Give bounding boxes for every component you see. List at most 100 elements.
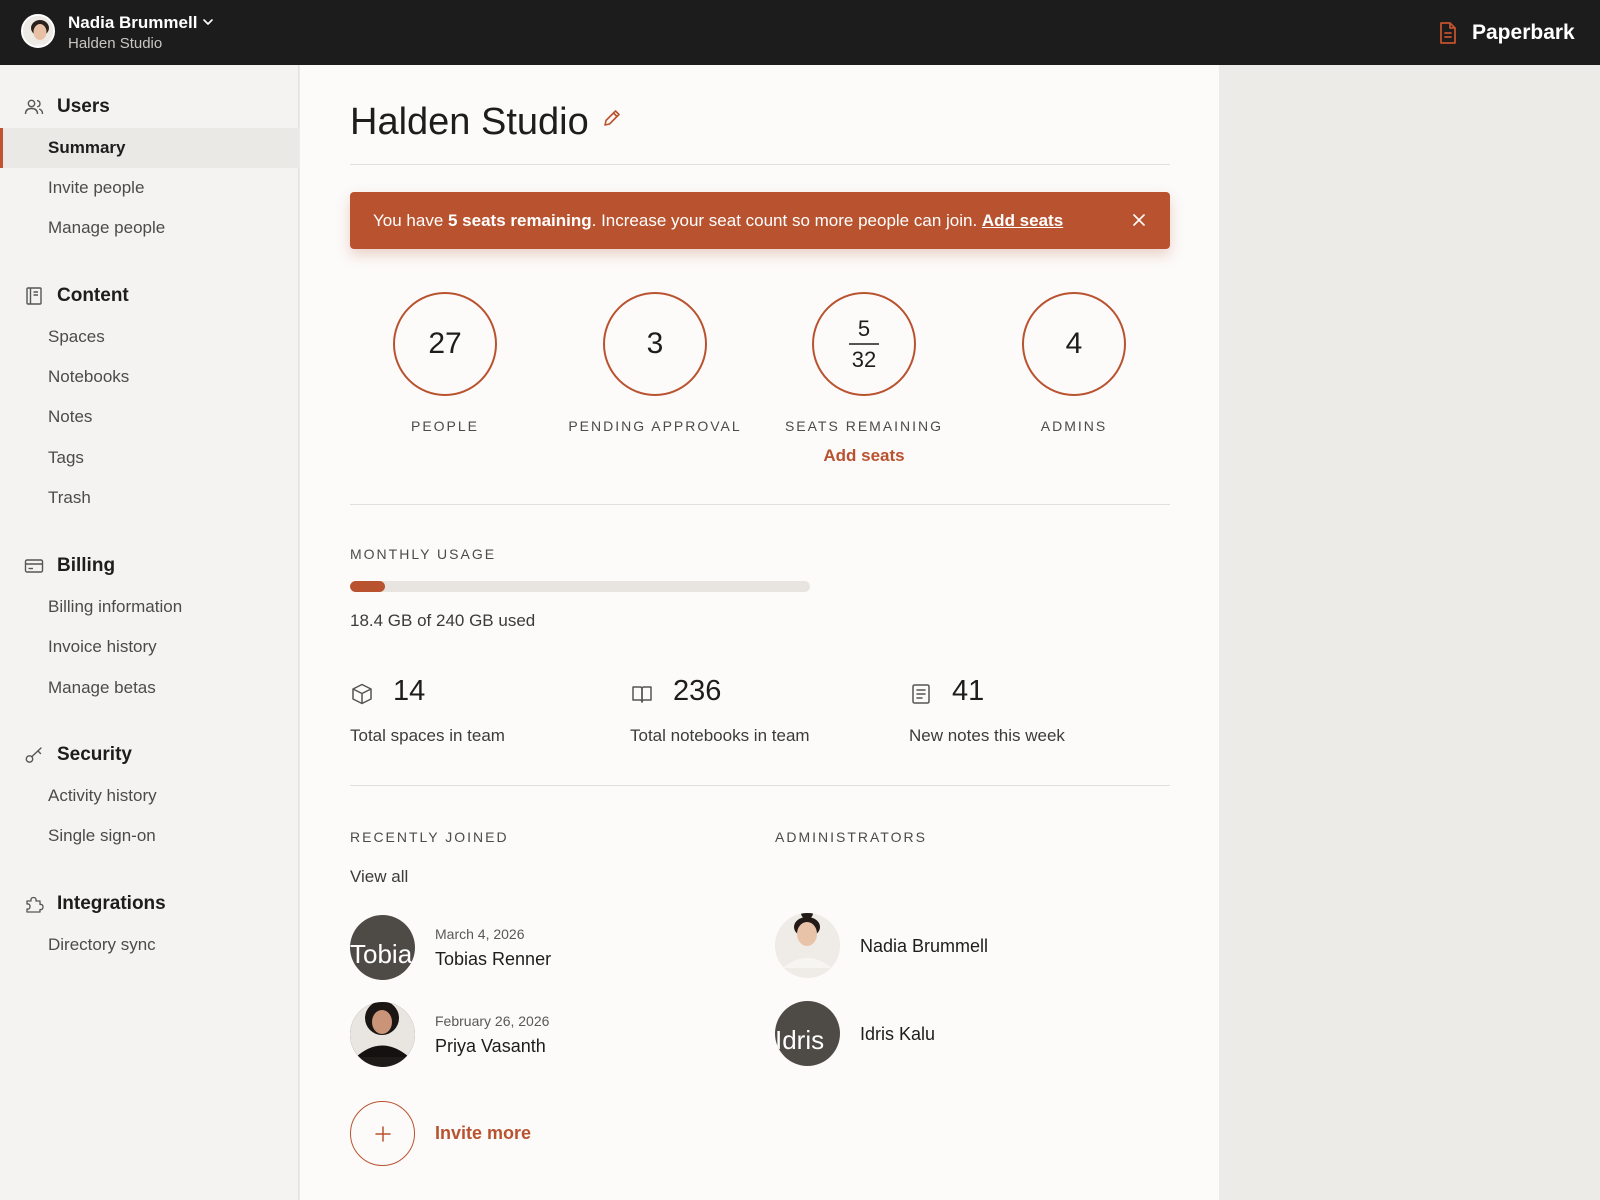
user-avatar[interactable] [21,14,55,48]
seats-remaining-value: 5 [857,316,871,341]
invite-more-link[interactable]: Invite more [435,1123,531,1144]
sidebar-item-spaces[interactable]: Spaces [0,317,299,357]
person-name: Priya Vasanth [435,1036,546,1056]
close-icon[interactable] [1130,211,1148,229]
metric-value: 14 [393,675,426,707]
stat-value: 27 [428,327,462,360]
key-icon [25,747,42,763]
sidebar-item-notes[interactable]: Notes [0,397,299,437]
stat-circle: 4 [1022,292,1126,396]
chevron-down-icon[interactable] [201,15,215,29]
stat-circle: 3 [603,292,707,396]
plus-icon [374,1125,391,1142]
join-date: March 4, 2026 [435,926,525,942]
divider [350,164,1170,165]
stat-circle: 27 [393,292,497,396]
sidebar-item-trash[interactable]: Trash [0,478,299,518]
view-all-link[interactable]: View all [350,867,408,887]
divider [350,785,1170,786]
sidebar-section-label: Users [57,96,110,117]
stat-seats-remaining: 5 32 SEATS REMAINING Add seats [759,292,969,466]
sidebar-item-billing-information[interactable]: Billing information [0,587,299,627]
avatar-alt-text: Tobia [350,939,413,969]
usage-progress-fill [350,581,386,592]
sidebar: Users Summary Invite people Manage peopl… [0,65,299,1200]
metric-label: Total notebooks in team [630,726,810,745]
seats-fraction: 5 32 [849,316,879,372]
stat-pending-approval: 3 PENDING APPROVAL [550,292,760,434]
monthly-usage-label: MONTHLY USAGE [350,546,497,562]
top-bar: Nadia Brummell Halden Studio Paperbark [0,0,1600,65]
sidebar-item-directory-sync[interactable]: Directory sync [0,925,299,965]
sidebar-item-activity-history[interactable]: Activity history [0,776,299,816]
metric-label: Total spaces in team [350,726,505,745]
usage-text: 18.4 GB of 240 GB used [350,611,536,630]
sidebar-item-manage-people[interactable]: Manage people [0,208,299,248]
puzzle-icon [26,896,44,913]
sidebar-item-summary[interactable]: Summary [0,128,299,168]
page-title: Halden Studio [350,101,589,143]
avatar: Idris [775,1001,840,1066]
stat-label: SEATS REMAINING [784,418,944,434]
join-date: February 26, 2026 [435,1013,550,1029]
user-name[interactable]: Nadia Brummell [68,13,197,33]
divider [350,504,1170,505]
person-name: Tobias Renner [435,949,552,969]
sidebar-item-single-sign-on[interactable]: Single sign-on [0,816,299,856]
credit-card-icon [24,559,44,573]
cube-icon [352,683,372,705]
banner-highlight: 5 seats remaining [448,210,592,230]
sidebar-item-invoice-history[interactable]: Invoice history [0,627,299,667]
admin-person-row[interactable]: Idris Idris Kalu [775,1001,1155,1067]
person-name: Idris Kalu [860,1024,936,1044]
sidebar-section-content: Content [24,283,129,309]
stat-label: PEOPLE [410,418,480,434]
sidebar-item-notebooks[interactable]: Notebooks [0,357,299,397]
add-seats-link[interactable]: Add seats [759,446,969,466]
metric-value: 236 [673,675,722,707]
admin-person-row[interactable]: Nadia Brummell [775,913,1155,979]
avatar: Tobia [350,915,415,980]
sidebar-section-users: Users [24,94,110,120]
administrators-label: ADMINISTRATORS [775,829,927,845]
avatar [775,913,840,978]
recent-person-row[interactable]: Tobia March 4, 2026 Tobias Renner [350,915,730,981]
usage-progress-bar [350,581,810,592]
stat-circle: 5 32 [812,292,916,396]
sidebar-item-manage-betas[interactable]: Manage betas [0,668,299,708]
recent-person-row[interactable]: February 26, 2026 Priya Vasanth [350,1002,730,1068]
users-icon [24,99,44,115]
org-name: Halden Studio [68,35,163,52]
note-icon [912,684,930,704]
stat-admins: 4 ADMINS [969,292,1179,434]
notebook-icon [26,287,42,305]
sidebar-item-invite-people[interactable]: Invite people [0,168,299,208]
person-name: Nadia Brummell [860,936,989,956]
sidebar-section-billing: Billing [24,553,115,579]
document-icon [1440,22,1456,44]
sidebar-section-label: Security [57,744,132,765]
recently-joined-label: RECENTLY JOINED [350,829,509,845]
pencil-icon[interactable] [602,108,622,128]
invite-more-button[interactable] [350,1101,415,1166]
stat-value: 4 [1065,327,1083,360]
brand-name[interactable]: Paperbark [1472,21,1575,45]
sidebar-section-security: Security [24,742,132,768]
avatar-alt-text: Idris [775,1025,825,1055]
sidebar-section-label: Integrations [57,893,166,914]
sidebar-section-label: Content [57,285,129,306]
banner-add-seats-link[interactable]: Add seats [982,211,1063,231]
avatar [350,1002,415,1067]
seats-total-value: 32 [851,347,877,372]
sidebar-section-label: Billing [57,555,116,576]
banner-suffix: . Increase your seat count so more peopl… [591,210,982,230]
banner-prefix: You have [373,210,448,230]
metric-value: 41 [952,675,985,707]
main-panel: Halden Studio You have 5 seats remaining… [300,65,1219,1200]
fraction-bar [849,343,879,345]
sidebar-item-tags[interactable]: Tags [0,438,299,478]
stat-value: 3 [646,327,664,360]
stat-label: ADMINS [1040,418,1108,434]
seats-banner: You have 5 seats remaining. Increase you… [350,192,1170,249]
metric-label: New notes this week [909,726,1065,745]
